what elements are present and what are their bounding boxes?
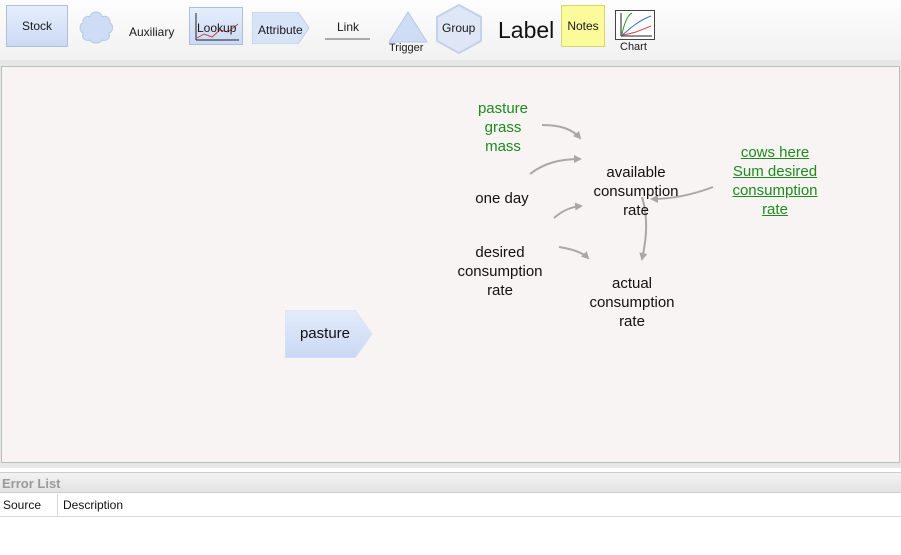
node-text-line: rate: [623, 202, 649, 219]
chart-icon: [615, 10, 655, 40]
ghost-text-line: Sum desired: [732, 163, 818, 180]
node-text-line: desired: [475, 244, 525, 261]
node-actual-consumption-rate[interactable]: actual consumption rate: [580, 274, 684, 331]
ghost-text-line: consumption: [732, 182, 818, 199]
attribute-tool[interactable]: Attribute: [251, 11, 310, 45]
node-text-line: consumption: [593, 183, 679, 200]
link-arrow: [529, 155, 582, 175]
attribute-tool-label: Attribute: [258, 23, 303, 37]
error-list-header: Error List: [0, 472, 901, 493]
link-arrow: [558, 246, 590, 260]
stock-tool[interactable]: Stock: [6, 5, 68, 47]
node-text-line: rate: [619, 313, 645, 330]
node-text-line: rate: [487, 282, 513, 299]
stock-tool-label: Stock: [21, 19, 52, 33]
diagram-canvas[interactable]: pasture pasture grass mass one day desir…: [1, 66, 900, 463]
auxiliary-tool[interactable]: Auxiliary: [129, 25, 174, 39]
ghost-text-line: rate: [762, 201, 788, 218]
lookup-tool-label: Lookup: [197, 21, 237, 35]
node-text-line: mass: [485, 138, 521, 155]
trigger-tool-label: Trigger: [389, 42, 424, 54]
chart-tool[interactable]: Chart: [613, 10, 657, 56]
error-list-columns: Source Description: [0, 494, 901, 517]
node-available-consumption-rate[interactable]: available consumption rate: [584, 163, 688, 220]
node-text-line: available: [606, 164, 666, 181]
link-arrow: [553, 202, 583, 219]
node-text-line: consumption: [457, 263, 543, 280]
node-text-line: pasture: [477, 100, 529, 117]
node-one-day[interactable]: one day: [466, 189, 538, 208]
lookup-tool[interactable]: Lookup: [189, 7, 243, 45]
stock-pasture-label: pasture: [299, 325, 351, 342]
group-tool-label: Group: [442, 21, 476, 35]
label-tool[interactable]: Label: [498, 17, 554, 44]
node-pasture-grass-mass[interactable]: pasture grass mass: [468, 99, 538, 156]
node-text-line: consumption: [589, 294, 675, 311]
link-arrow: [541, 124, 582, 140]
column-header-source[interactable]: Source: [3, 498, 41, 512]
column-divider[interactable]: [57, 494, 58, 516]
group-tool[interactable]: Group: [434, 3, 484, 55]
notes-tool-label: Notes: [567, 19, 599, 33]
node-desired-consumption-rate[interactable]: desired consumption rate: [448, 243, 552, 300]
chart-tool-label: Chart: [620, 41, 647, 53]
ghost-text-line: cows here: [740, 144, 810, 161]
notes-tool[interactable]: Notes: [561, 5, 605, 47]
cloud-icon[interactable]: [78, 9, 114, 45]
column-header-description[interactable]: Description: [63, 498, 123, 512]
stock-pasture[interactable]: pasture: [284, 309, 373, 359]
node-text-line: grass: [484, 119, 522, 136]
triangle-icon: [388, 11, 428, 43]
link-tool-label: Link: [337, 20, 360, 34]
trigger-tool[interactable]: Trigger: [387, 11, 429, 57]
ghost-node-cows-here[interactable]: cows here Sum desired consumption rate: [720, 143, 830, 219]
toolbar: Stock Auxiliary Lookup Attribute Link Tr…: [0, 0, 901, 61]
node-text-line: actual: [611, 275, 653, 292]
link-tool[interactable]: Link: [324, 20, 372, 44]
